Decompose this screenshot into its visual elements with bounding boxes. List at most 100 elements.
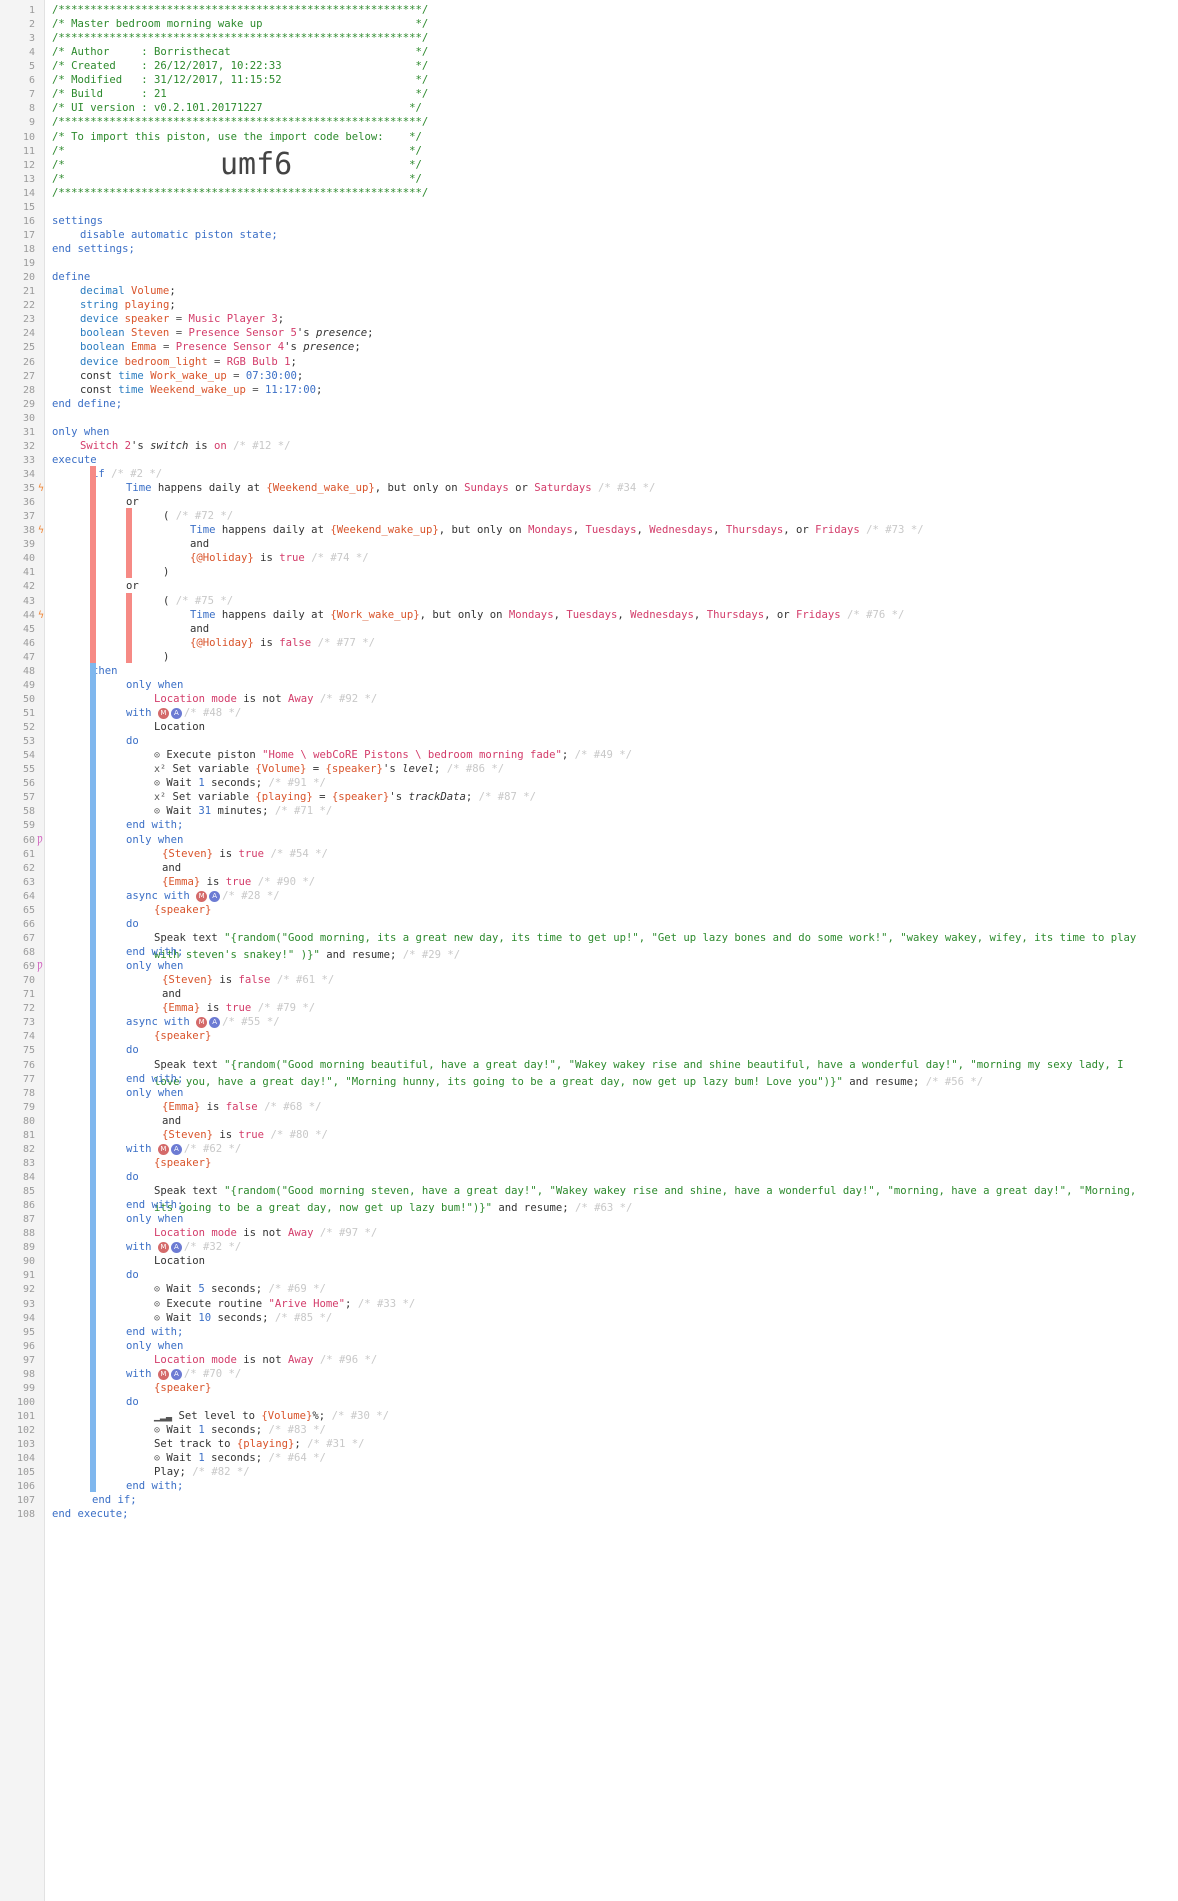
end-with-keyword: end with; <box>126 1325 184 1338</box>
attribute-name: level <box>402 763 434 776</box>
variable-type: boolean <box>80 327 125 340</box>
async-badge-icon: A <box>170 1242 182 1254</box>
plain-text: Play; <box>154 1466 186 1479</box>
statement-id: /* #30 */ <box>331 1410 389 1422</box>
with-keyword: with <box>126 1241 152 1254</box>
plain-text: , or <box>764 608 796 621</box>
location-mode: Location mode <box>154 1227 237 1240</box>
value: false <box>238 974 271 987</box>
operator: is <box>213 1128 239 1141</box>
statement-id: /* #77 */ <box>317 636 375 649</box>
plain-text: or <box>508 482 535 495</box>
if-condition-bar <box>90 465 96 663</box>
plain-text: Wait <box>166 777 199 790</box>
variable-name: Emma <box>131 341 157 354</box>
statement-id: /* #54 */ <box>270 847 328 860</box>
operator: is <box>253 552 280 565</box>
only-when-keyword: only when <box>126 833 184 846</box>
time-keyword: Time <box>126 482 152 495</box>
plain-text: seconds; <box>204 1452 263 1465</box>
plain-text: Speak text <box>154 1058 225 1071</box>
method-badge-icon: M <box>157 708 169 719</box>
define-keyword: define <box>52 271 91 284</box>
or-keyword: or <box>126 496 139 509</box>
plain-text: happens daily at <box>151 482 267 495</box>
end-with-keyword: end with; <box>126 1480 184 1493</box>
paren: ) <box>163 650 170 663</box>
header-border: /***************************************… <box>52 186 429 199</box>
statement-id: /* #48 */ <box>183 707 242 719</box>
location-mode: Location mode <box>154 692 237 705</box>
statement-id: /* #90 */ <box>257 875 316 888</box>
end-with-keyword: end with; <box>126 1199 184 1212</box>
only-when-keyword: only when <box>126 1339 184 1352</box>
async-badge-icon: A <box>170 708 182 719</box>
plain-text: Speak text <box>154 1185 225 1198</box>
attribute-name: switch <box>150 439 189 452</box>
day-value: Tuesdays <box>566 608 618 621</box>
device-name: RGB Bulb 1 <box>226 355 291 368</box>
plain-text: happens daily at <box>215 608 331 621</box>
build-line: /* Build : 21 */ <box>52 88 429 101</box>
plain-text: Wait <box>166 1311 199 1324</box>
statement-id: /* #55 */ <box>222 1016 280 1029</box>
plain-text: , <box>553 608 567 621</box>
header-border: /***************************************… <box>52 4 429 16</box>
time-value: 11:17:00 <box>265 383 317 396</box>
piston-code-editor: 1/**************************************… <box>0 0 1178 1901</box>
possessive: 's <box>296 327 317 340</box>
ui-version-line: /* UI version : v0.2.101.20171227 */ <box>52 102 422 115</box>
header-border: /***************************************… <box>52 32 429 45</box>
variable-name: Weekend_wake_up <box>150 383 246 396</box>
day-value: Thursdays <box>725 524 784 537</box>
device-name: Switch 2 <box>80 439 132 452</box>
plain-text: , but only on <box>419 608 509 621</box>
device-name: Music Player 3 <box>188 313 278 326</box>
statement-id: /* #91 */ <box>268 777 326 790</box>
variable-name: Work_wake_up <box>150 369 227 382</box>
attribute-name: presence <box>303 341 355 354</box>
only-when-keyword: only when <box>52 425 110 438</box>
created-line: /* Created : 26/12/2017, 10:22:33 */ <box>52 60 429 73</box>
plain-text: , but only on <box>374 482 465 495</box>
day-value: Fridays <box>815 524 860 537</box>
variable-type: device <box>80 313 119 326</box>
plain-text: Set variable <box>172 791 256 804</box>
operator: is not <box>236 1227 288 1240</box>
statement-id: /* #33 */ <box>357 1297 416 1310</box>
operator: is <box>213 847 239 860</box>
variable-type: decimal <box>80 285 125 298</box>
with-keyword: with <box>126 1142 152 1155</box>
number: 10 <box>198 1311 212 1324</box>
method-badge-icon: M <box>157 1242 169 1254</box>
import-note: /* To import this piston, use the import… <box>52 130 422 143</box>
import-code: umf6 <box>220 146 293 182</box>
end-with-keyword: end with; <box>126 946 184 959</box>
with-keyword: async with <box>126 1016 190 1029</box>
statement-id: /* #97 */ <box>319 1227 378 1240</box>
plain-text: minutes; <box>211 805 269 818</box>
variable-type: boolean <box>80 341 125 354</box>
value: false <box>225 1100 258 1113</box>
variable-type: string <box>80 299 119 312</box>
semicolon: ; <box>345 1297 352 1310</box>
only-when-keyword: only when <box>126 1086 184 1099</box>
and-keyword: and <box>162 1114 182 1127</box>
paren: ( <box>163 594 170 607</box>
statement-id: /* #71 */ <box>274 805 333 818</box>
plain-text: Set variable <box>172 763 256 776</box>
day-value: Mondays <box>508 608 554 621</box>
variable-ref: {@Holiday} <box>190 552 254 565</box>
value: Away <box>287 1353 314 1366</box>
plain-text: , but only on <box>438 524 529 537</box>
variable-ref: {speaker} <box>331 791 390 804</box>
value: false <box>279 636 312 649</box>
possessive: 's <box>284 341 304 354</box>
value: true <box>225 875 252 888</box>
variable-ref: {Volume} <box>255 763 307 776</box>
device-name: Location <box>154 721 206 734</box>
variable-ref: {Emma} <box>162 1100 201 1113</box>
method-badge-icon: M <box>196 1017 208 1029</box>
string-value: "Home \ webCoRE Pistons \ bedroom mornin… <box>262 749 562 762</box>
async-badge-icon: A <box>170 1368 182 1380</box>
